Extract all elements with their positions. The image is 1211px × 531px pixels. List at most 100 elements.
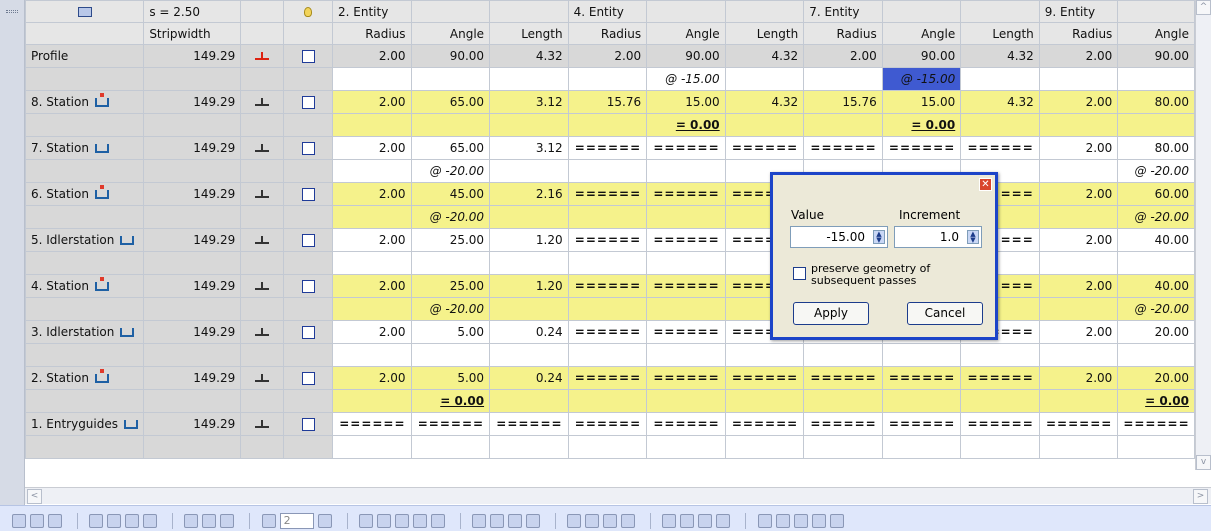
station-value[interactable]: 1.20	[489, 274, 569, 298]
station-sub-value[interactable]	[724, 113, 805, 137]
layout-icon[interactable]	[585, 513, 600, 528]
station-sub-value[interactable]	[1038, 251, 1119, 275]
station-sub-value[interactable]	[646, 435, 726, 459]
value-spin-icon[interactable]: ▲ ▼	[873, 230, 885, 244]
station-value[interactable]: 2.00	[332, 274, 412, 298]
station-stripwidth[interactable]: 149.29	[143, 274, 242, 298]
station-check-cell[interactable]	[283, 228, 333, 252]
station-value[interactable]: 3.12	[489, 136, 569, 160]
station-stripwidth[interactable]: 149.29	[143, 228, 242, 252]
station-icon[interactable]	[829, 513, 844, 528]
station-sub-value[interactable]	[332, 113, 412, 137]
station-value[interactable]: ======	[646, 366, 726, 390]
station-label[interactable]: 5. Idlerstation	[25, 228, 145, 252]
station-sub-value[interactable]: = 0.00	[646, 113, 726, 137]
scroll-left-icon[interactable]: <	[27, 489, 42, 504]
scroll-right-icon[interactable]: >	[1193, 489, 1208, 504]
line-icon[interactable]	[143, 513, 158, 528]
station-sub-value[interactable]	[803, 435, 883, 459]
scroll-down-icon[interactable]: v	[1196, 455, 1211, 470]
save-icon[interactable]	[77, 7, 92, 17]
station-checkbox[interactable]	[301, 280, 315, 293]
station-value[interactable]: 2.00	[1038, 274, 1119, 298]
station-sub-value[interactable]	[332, 205, 412, 229]
station-value[interactable]: 65.00	[410, 136, 491, 160]
station-value[interactable]: ======	[489, 412, 569, 436]
increment-spin-icon[interactable]: ▲ ▼	[967, 230, 979, 244]
station-value[interactable]: 25.00	[410, 228, 491, 252]
insert-icon[interactable]	[680, 513, 695, 528]
station-check-cell[interactable]	[283, 182, 333, 206]
arc-icon[interactable]	[125, 513, 140, 528]
station-shape-cell[interactable]	[240, 412, 285, 436]
station-value[interactable]: ======	[410, 412, 491, 436]
table-icon[interactable]	[261, 513, 276, 528]
station-value[interactable]: ======	[960, 412, 1040, 436]
station-value[interactable]: ======	[881, 412, 962, 436]
station-checkbox[interactable]	[301, 96, 315, 109]
layout-icon[interactable]	[603, 513, 618, 528]
station-sub-value[interactable]: @ -20.00	[1117, 159, 1195, 183]
station-value[interactable]: ======	[646, 228, 726, 252]
station-icon[interactable]	[120, 236, 135, 245]
station-value[interactable]: ======	[646, 182, 726, 206]
station-value[interactable]: 0.24	[489, 366, 569, 390]
station-sub-value[interactable]	[724, 435, 805, 459]
station-sub-value[interactable]: @ -20.00	[410, 159, 491, 183]
station-icon[interactable]	[94, 93, 109, 107]
delete-icon[interactable]	[525, 513, 540, 528]
tee-icon[interactable]	[255, 189, 270, 200]
station-stripwidth[interactable]: 149.29	[143, 182, 242, 206]
station-value[interactable]: ======	[1038, 412, 1119, 436]
station-sub-value[interactable]	[567, 435, 648, 459]
station-value[interactable]: 2.00	[1038, 320, 1119, 344]
station-sub-value[interactable]	[332, 297, 412, 321]
station-value[interactable]: 2.00	[1038, 136, 1119, 160]
roll-icon[interactable]	[489, 513, 504, 528]
station-shape-cell[interactable]	[240, 366, 285, 390]
station-value[interactable]: 4.32	[960, 90, 1040, 114]
dialog-close-button[interactable]: ✕	[979, 178, 992, 191]
station-sub-value[interactable]	[489, 205, 569, 229]
station-sub-value[interactable]	[646, 343, 726, 367]
station-sub-value[interactable]	[567, 389, 648, 413]
station-value[interactable]: ======	[881, 136, 962, 160]
station-value[interactable]: 65.00	[410, 90, 491, 114]
profile-value[interactable]: 90.00	[881, 44, 962, 68]
station-value[interactable]: ======	[567, 228, 648, 252]
station-icon[interactable]	[94, 144, 109, 153]
station-sub-value[interactable]	[960, 435, 1040, 459]
station-value[interactable]: 3.12	[489, 90, 569, 114]
station-sub-value[interactable]: @ -20.00	[410, 205, 491, 229]
station-value[interactable]: 2.00	[1038, 228, 1119, 252]
station-sub-value[interactable]	[1038, 205, 1119, 229]
station-shape-cell[interactable]	[240, 320, 285, 344]
profile-increment-selected[interactable]: @ -15.00	[881, 67, 962, 91]
station-sub-value[interactable]	[489, 297, 569, 321]
station-shape-cell[interactable]	[240, 274, 285, 298]
tee-icon[interactable]	[255, 281, 270, 292]
station-sub-value[interactable]: @ -20.00	[1117, 297, 1195, 321]
station-value[interactable]: ======	[646, 412, 726, 436]
scroll-up-icon[interactable]: ^	[1196, 0, 1211, 15]
station-sub-value[interactable]	[489, 343, 569, 367]
roll-icon[interactable]	[507, 513, 522, 528]
station-value[interactable]: 80.00	[1117, 136, 1195, 160]
station-sub-value[interactable]	[881, 435, 962, 459]
circle-icon[interactable]	[89, 513, 104, 528]
station-sub-value[interactable]	[410, 343, 491, 367]
undo-icon[interactable]	[12, 513, 26, 528]
bend-icon[interactable]	[202, 513, 217, 528]
tee-icon[interactable]	[255, 373, 270, 384]
grid-row-handle[interactable]	[0, 0, 25, 510]
station-value[interactable]: ======	[1117, 412, 1195, 436]
station-sub-value[interactable]	[489, 435, 569, 459]
station-label[interactable]: 2. Station	[25, 366, 145, 390]
count-select[interactable]: 2	[279, 512, 314, 529]
help-icon[interactable]	[48, 513, 62, 528]
layout-icon[interactable]	[621, 513, 636, 528]
station-sub-value[interactable]	[803, 113, 883, 137]
station-sub-value[interactable]	[1117, 251, 1195, 275]
redo-icon[interactable]	[30, 513, 44, 528]
profile-check-cell[interactable]	[283, 44, 333, 68]
